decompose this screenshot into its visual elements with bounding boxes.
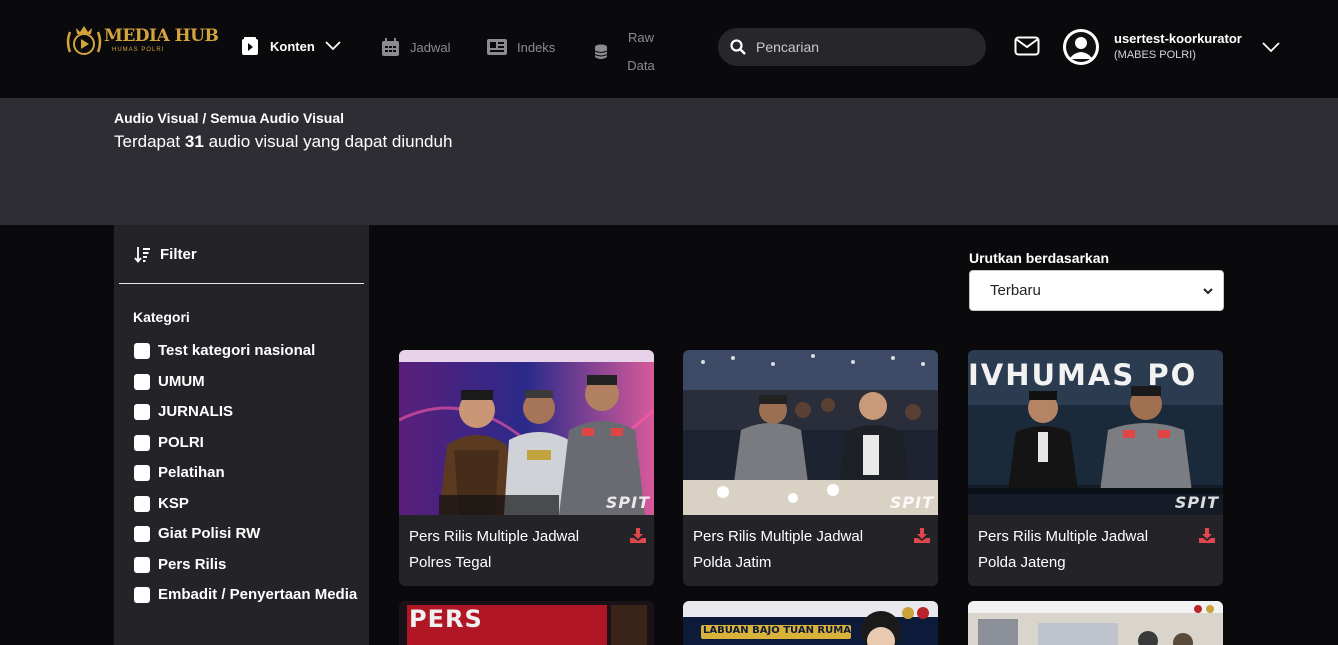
nav-jadwal-label: Jadwal [410,39,451,55]
page-header-band: Audio Visual / Semua Audio Visual Terdap… [0,98,1338,225]
sort-select[interactable]: Terbaru [969,270,1224,311]
category-label: Test kategori nasional [158,342,316,359]
media-card[interactable]: SPIT Pers Rilis Multiple Jadwal Polda Ja… [683,350,938,586]
category-checkbox[interactable] [134,434,150,451]
media-thumbnail[interactable]: SPIT [399,350,654,515]
calendar-icon [380,37,400,57]
logo-emblem-icon [66,26,102,55]
media-card[interactable]: IVHUMAS PO SPIT Pers Rilis Multiple Jadw… [968,350,1223,586]
category-option[interactable]: Pers Rilis [134,553,359,577]
category-option[interactable]: Test kategori nasional [134,339,359,363]
category-list: Test kategori nasional UMUM JURNALIS POLRI P… [134,339,359,614]
kategori-heading: Kategori [133,309,190,325]
category-label: POLRI [158,433,204,451]
download-icon[interactable] [630,528,646,548]
category-option[interactable]: Giat Polisi RW [134,522,359,546]
result-count-text: Terdapat 31 audio visual yang dapat diun… [114,132,452,152]
chevron-down-icon[interactable] [1262,40,1280,58]
nav-indeks-label: Indeks [517,39,556,55]
nav-raw-label-line2: Data [627,58,655,73]
nav-konten[interactable]: Konten [240,36,341,56]
nav-konten-label: Konten [270,38,315,54]
media-card[interactable] [968,601,1223,645]
user-avatar[interactable] [1063,29,1099,65]
thumbnail-banner: PERS [409,605,483,633]
count-prefix: Terdapat [114,132,181,151]
media-card-title[interactable]: Pers Rilis Multiple Jadwal Polda Jatim [693,524,898,576]
search-icon [730,39,746,55]
media-thumbnail[interactable]: IVHUMAS PO SPIT [968,350,1223,515]
media-card[interactable]: LABUAN BAJO TUAN RUMAH [683,601,938,645]
user-organization: (MABES POLRI) [1114,49,1196,61]
filter-title: Filter [160,246,197,263]
nav-raw-label-line1: Raw [627,30,654,45]
media-card-title[interactable]: Pers Rilis Multiple Jadwal Polres Tegal [409,524,614,576]
category-checkbox[interactable] [134,526,150,542]
search-bar[interactable] [718,28,986,66]
thumbnail-banner: IVHUMAS PO [968,358,1198,392]
user-name[interactable]: usertest-koorkurator [1114,31,1242,46]
logo-subtext: HUMAS POLRI [112,47,165,53]
category-label: UMUM [158,372,205,390]
thumbnail-watermark: SPIT [1174,493,1219,512]
chevron-down-icon [325,41,341,51]
download-icon[interactable] [914,528,930,548]
media-thumbnail[interactable] [683,601,938,645]
database-icon [591,42,611,62]
thumbnail-banner: LABUAN BAJO TUAN RUMAH [703,625,860,636]
nav-jadwal[interactable]: Jadwal [380,37,450,57]
thumbnail-watermark: SPIT [605,493,650,512]
media-hub-logo[interactable]: MEDIA HUB HUMAS POLRI [64,22,219,62]
sort-selected-value: Terbaru [990,282,1041,299]
breadcrumb: Audio Visual / Semua Audio Visual [114,110,345,126]
play-file-icon [240,36,260,56]
result-count: 31 [184,132,204,151]
category-label: JURNALIS [158,403,234,420]
thumbnail-watermark: SPIT [889,493,934,512]
sort-label: Urutkan berdasarkan [969,250,1110,266]
top-navbar: MEDIA HUB HUMAS POLRI Konten Jadwal Inde… [0,0,1338,98]
category-checkbox[interactable] [134,373,150,390]
category-label: Giat Polisi RW [158,525,261,542]
category-option[interactable]: POLRI [134,431,359,455]
user-silhouette-icon [1063,29,1099,65]
category-checkbox[interactable] [134,404,150,420]
category-label: Pelatihan [158,464,225,481]
nav-indeks[interactable]: Indeks [487,37,555,57]
media-card[interactable]: PERS [399,601,654,645]
category-option[interactable]: Pelatihan [134,461,359,485]
category-label: Pers Rilis [158,555,227,573]
category-label: KSP [158,494,189,512]
nav-raw-data[interactable]: Raw Data [591,24,661,80]
media-card-title[interactable]: Pers Rilis Multiple Jadwal Polda Jateng [978,524,1183,576]
media-thumbnail[interactable] [968,601,1223,645]
mail-icon[interactable] [1014,36,1040,61]
logo-text: MEDIA HUB [104,26,219,46]
filter-divider [119,283,364,284]
category-option[interactable]: UMUM [134,370,359,394]
filter-header: Filter [134,246,197,263]
category-checkbox[interactable] [134,587,150,603]
category-checkbox[interactable] [134,495,150,512]
count-suffix: audio visual yang dapat diunduh [208,132,453,151]
filter-sidebar: Filter Kategori Test kategori nasional UM… [114,225,369,645]
media-thumbnail[interactable]: SPIT [683,350,938,515]
chevron-down-icon [1203,284,1213,301]
category-checkbox[interactable] [134,465,150,481]
category-option[interactable]: JURNALIS [134,400,359,424]
category-option[interactable]: Embadit / Penyertaan Media [134,583,359,607]
category-checkbox[interactable] [134,343,150,359]
category-checkbox[interactable] [134,556,150,573]
category-option[interactable]: KSP [134,492,359,516]
search-input[interactable] [756,39,956,55]
download-icon[interactable] [1199,528,1215,548]
sort-filter-icon [134,246,150,263]
newspaper-icon [487,37,507,57]
category-label: Embadit / Penyertaan Media [158,586,358,603]
media-card[interactable]: SPIT Pers Rilis Multiple Jadwal Polres T… [399,350,654,586]
